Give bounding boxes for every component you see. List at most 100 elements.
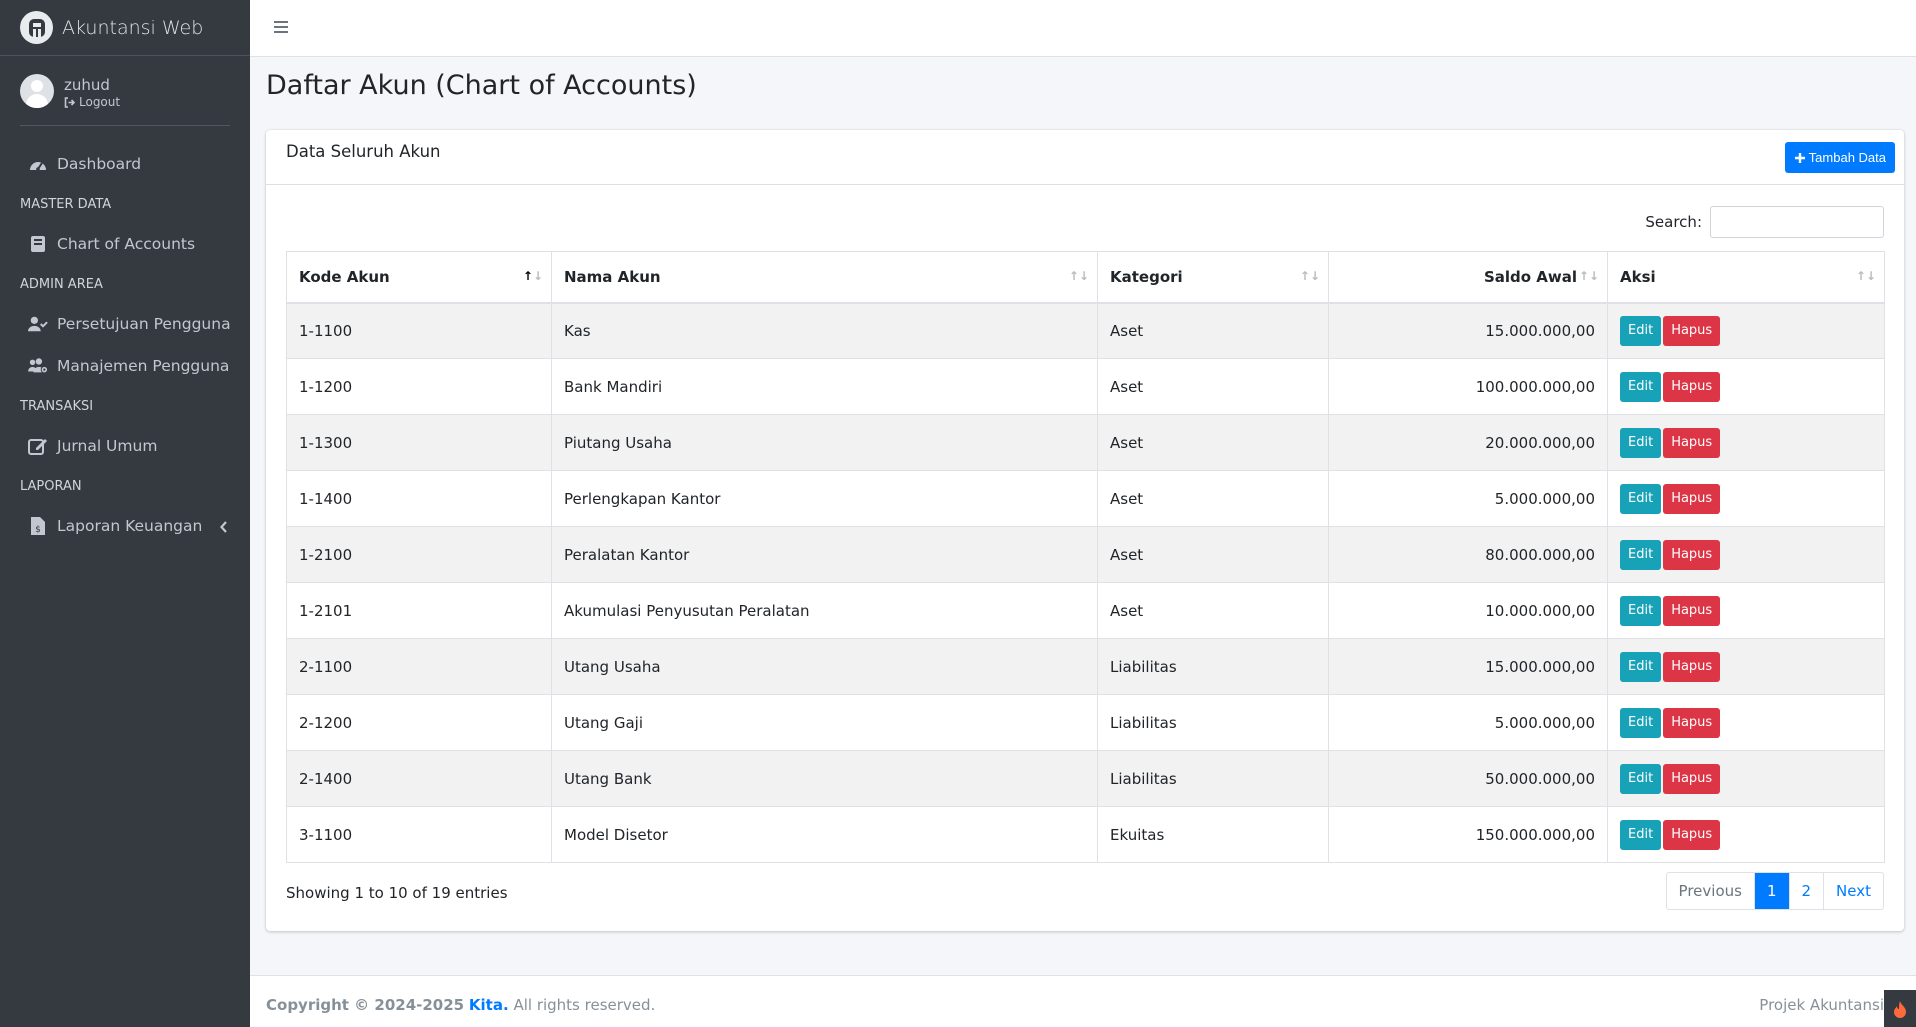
cell-saldo: 50.000.000,00 bbox=[1328, 750, 1608, 807]
copyright: Copyright © 2024-2025 Kita. All rights r… bbox=[266, 996, 655, 1014]
sort-icon: ↑ ↓ bbox=[1578, 269, 1599, 283]
column-header-kategori[interactable]: Kategori ↑ ↓ bbox=[1097, 251, 1329, 304]
sidebar-item-label: Persetujuan Pengguna bbox=[57, 315, 231, 333]
cell-kategori: Liabilitas bbox=[1097, 638, 1329, 695]
cell-kode: 2-1400 bbox=[286, 750, 552, 807]
cell-nama: Utang Usaha bbox=[551, 638, 1098, 695]
file-invoice-dollar-icon: $ bbox=[28, 516, 48, 536]
cell-kategori: Aset bbox=[1097, 526, 1329, 583]
page-title: Daftar Akun (Chart of Accounts) bbox=[266, 70, 697, 101]
menu-toggle-icon[interactable] bbox=[274, 20, 288, 38]
cell-saldo: 150.000.000,00 bbox=[1328, 806, 1608, 863]
table-row: 1-1100 Kas Aset 15.000.000,00 Edit Hapus bbox=[286, 302, 1885, 359]
cell-kategori: Aset bbox=[1097, 358, 1329, 415]
logout-link[interactable]: Logout bbox=[64, 95, 120, 109]
edit-button[interactable]: Edit bbox=[1620, 707, 1662, 738]
edit-button[interactable]: Edit bbox=[1620, 819, 1662, 850]
cell-kategori: Aset bbox=[1097, 302, 1329, 359]
brand-name: Akuntansi Web bbox=[62, 16, 204, 39]
pagination-page-2[interactable]: 2 bbox=[1788, 873, 1824, 909]
sidebar-item-coa[interactable]: Chart of Accounts bbox=[0, 223, 250, 265]
cell-aksi: Edit Hapus bbox=[1607, 358, 1885, 415]
nav-header-admin: ADMIN AREA bbox=[20, 276, 103, 292]
cell-nama: Model Disetor bbox=[551, 806, 1098, 863]
table-row: 1-2100 Peralatan Kantor Aset 80.000.000,00 E… bbox=[286, 526, 1885, 583]
delete-button[interactable]: Hapus bbox=[1663, 651, 1721, 682]
delete-button[interactable]: Hapus bbox=[1663, 707, 1721, 738]
column-header-aksi[interactable]: Aksi ↑ ↓ bbox=[1607, 251, 1885, 304]
sidebar-item-label: Chart of Accounts bbox=[57, 235, 196, 253]
cell-kode: 1-2100 bbox=[286, 526, 552, 583]
edit-button[interactable]: Edit bbox=[1620, 539, 1662, 570]
add-data-button[interactable]: Tambah Data bbox=[1784, 142, 1895, 173]
cell-kategori: Liabilitas bbox=[1097, 694, 1329, 751]
table-row: 2-1400 Utang Bank Liabilitas 50.000.000,00 E… bbox=[286, 750, 1885, 807]
chevron-left-icon bbox=[220, 519, 228, 537]
sidebar-item-label: Laporan Keuangan bbox=[57, 517, 203, 535]
edit-button[interactable]: Edit bbox=[1620, 315, 1662, 346]
sidebar-item-persetujuan[interactable]: Persetujuan Pengguna bbox=[0, 303, 250, 345]
table-row: 1-1200 Bank Mandiri Aset 100.000.000,00 Edit… bbox=[286, 358, 1885, 415]
column-header-kode[interactable]: Kode Akun ↑ ↓ bbox=[286, 251, 552, 304]
cell-kategori: Ekuitas bbox=[1097, 806, 1329, 863]
edit-icon bbox=[28, 436, 48, 456]
pagination-previous[interactable]: Previous bbox=[1667, 873, 1754, 909]
delete-button[interactable]: Hapus bbox=[1663, 595, 1721, 626]
delete-button[interactable]: Hapus bbox=[1663, 819, 1721, 850]
logout-label: Logout bbox=[79, 95, 121, 109]
copyright-prefix: Copyright © 2024-2025 bbox=[266, 996, 465, 1014]
cell-nama: Piutang Usaha bbox=[551, 414, 1098, 471]
search-label: Search: bbox=[1645, 213, 1702, 231]
search-input[interactable] bbox=[1710, 206, 1884, 238]
top-navbar bbox=[250, 0, 1916, 57]
edit-button[interactable]: Edit bbox=[1620, 763, 1662, 794]
flame-icon bbox=[1884, 990, 1916, 1027]
cell-kode: 2-1200 bbox=[286, 694, 552, 751]
cell-nama: Utang Bank bbox=[551, 750, 1098, 807]
table-header-row: Kode Akun ↑ ↓ Nama Akun ↑ ↓ Kategori ↑ ↓ Saldo… bbox=[286, 251, 1885, 304]
user-check-icon bbox=[28, 314, 48, 334]
column-header-saldo[interactable]: Saldo Awal ↑ ↓ bbox=[1328, 251, 1608, 304]
table-row: 1-1300 Piutang Usaha Aset 20.000.000,00 Edit… bbox=[286, 414, 1885, 471]
sign-out-icon bbox=[64, 96, 76, 108]
search-row: Search: bbox=[1645, 206, 1884, 238]
delete-button[interactable]: Hapus bbox=[1663, 371, 1721, 402]
cell-kategori: Aset bbox=[1097, 470, 1329, 527]
delete-button[interactable]: Hapus bbox=[1663, 539, 1721, 570]
cell-aksi: Edit Hapus bbox=[1607, 694, 1885, 751]
cell-nama: Akumulasi Penyusutan Peralatan bbox=[551, 582, 1098, 639]
edit-button[interactable]: Edit bbox=[1620, 371, 1662, 402]
cell-nama: Perlengkapan Kantor bbox=[551, 470, 1098, 527]
edit-button[interactable]: Edit bbox=[1620, 651, 1662, 682]
sidebar-item-manajemen[interactable]: Manajemen Pengguna bbox=[0, 345, 250, 387]
cell-aksi: Edit Hapus bbox=[1607, 414, 1885, 471]
cell-kode: 1-2101 bbox=[286, 582, 552, 639]
column-header-nama[interactable]: Nama Akun ↑ ↓ bbox=[551, 251, 1098, 304]
sort-icon: ↑ ↓ bbox=[1068, 269, 1089, 283]
users-cog-icon bbox=[28, 356, 48, 376]
delete-button[interactable]: Hapus bbox=[1663, 315, 1721, 346]
edit-button[interactable]: Edit bbox=[1620, 595, 1662, 626]
delete-button[interactable]: Hapus bbox=[1663, 483, 1721, 514]
pagination-next[interactable]: Next bbox=[1823, 873, 1883, 909]
pagination-page-1[interactable]: 1 bbox=[1753, 873, 1789, 909]
sidebar-item-jurnal[interactable]: Jurnal Umum bbox=[0, 425, 250, 467]
brand-logo-icon bbox=[20, 11, 53, 44]
edit-button[interactable]: Edit bbox=[1620, 427, 1662, 458]
delete-button[interactable]: Hapus bbox=[1663, 763, 1721, 794]
table-row: 2-1100 Utang Usaha Liabilitas 15.000.000,00… bbox=[286, 638, 1885, 695]
delete-button[interactable]: Hapus bbox=[1663, 427, 1721, 458]
cell-saldo: 100.000.000,00 bbox=[1328, 358, 1608, 415]
cell-saldo: 10.000.000,00 bbox=[1328, 582, 1608, 639]
company-link[interactable]: Kita. bbox=[469, 996, 509, 1014]
sidebar-item-dashboard[interactable]: Dashboard bbox=[0, 143, 250, 185]
sidebar-item-laporan[interactable]: $ Laporan Keuangan bbox=[0, 505, 250, 547]
cell-kode: 1-1100 bbox=[286, 302, 552, 359]
cell-aksi: Edit Hapus bbox=[1607, 806, 1885, 863]
cell-aksi: Edit Hapus bbox=[1607, 750, 1885, 807]
brand-link[interactable]: Akuntansi Web bbox=[0, 0, 250, 56]
cell-kode: 1-1300 bbox=[286, 414, 552, 471]
cell-kode: 1-1200 bbox=[286, 358, 552, 415]
user-name[interactable]: zuhud bbox=[64, 76, 120, 94]
edit-button[interactable]: Edit bbox=[1620, 483, 1662, 514]
